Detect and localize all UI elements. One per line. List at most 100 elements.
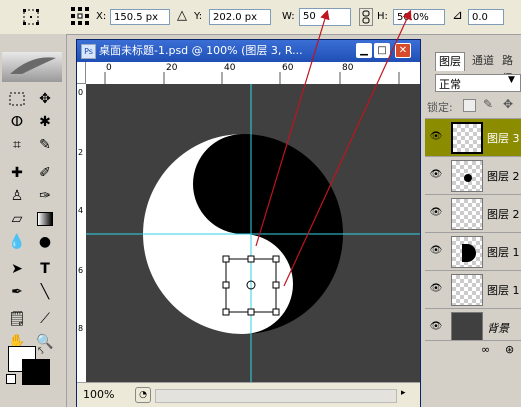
transform-handle xyxy=(222,308,230,316)
chevron-down-icon: ▼ xyxy=(508,75,515,85)
transform-move-icon[interactable] xyxy=(22,8,40,26)
transform-handle xyxy=(222,255,230,263)
layer-name: 背景 xyxy=(487,322,509,335)
blend-mode-select[interactable]: 正常 ▼ xyxy=(435,74,521,92)
layer-name: 图层 2 xyxy=(487,208,520,221)
eraser-tool-icon[interactable]: ▱ xyxy=(6,208,28,230)
layer-effects-icon[interactable]: ⊛ xyxy=(505,343,514,356)
eye-icon[interactable]: 👁 xyxy=(428,207,444,221)
transform-handle xyxy=(222,281,230,289)
layer-row[interactable]: 👁 图层 1 xyxy=(425,270,521,308)
crop-tool-icon[interactable]: ⌗ xyxy=(6,134,28,156)
angle-field[interactable]: 0.0 xyxy=(468,9,504,25)
status-menu-icon[interactable]: ◔ xyxy=(135,387,151,403)
layer-row[interactable]: 👁 图层 2 xyxy=(425,156,521,194)
lock-position-icon[interactable]: ✥ xyxy=(503,97,513,111)
eye-icon[interactable]: 👁 xyxy=(428,131,444,145)
feather-logo-icon xyxy=(2,52,62,82)
layer-row-layer3[interactable]: 👁 图层 3 xyxy=(425,118,521,156)
history-brush-tool-icon[interactable]: ✑ xyxy=(34,185,56,207)
pen-tool-icon[interactable]: ✒ xyxy=(6,281,28,303)
eye-icon[interactable]: 👁 xyxy=(428,283,444,297)
marquee-tool-icon[interactable] xyxy=(6,88,28,110)
brush-tool-icon[interactable]: ✐ xyxy=(34,162,56,184)
yin-yang-artwork xyxy=(86,84,420,382)
layers-panel: 图层 通道 路径 正常 ▼ 锁定: ✎ ✥ 👁 图层 3 👁 图层 2 👁 图层… xyxy=(425,52,521,407)
transform-handle xyxy=(247,308,255,316)
eye-icon[interactable]: 👁 xyxy=(428,321,444,335)
document-window: Ps 桌面未标题-1.psd @ 100% (图层 3, R... ▁ □ ✕ … xyxy=(76,39,421,407)
options-bar: X: 150.5 px △ Y: 202.0 px W: 50 H: 50.0%… xyxy=(0,0,521,35)
layer-thumbnail xyxy=(451,122,483,154)
x-label: X: xyxy=(96,11,107,22)
tab-channels[interactable]: 通道 xyxy=(469,52,497,70)
background-color-swatch[interactable] xyxy=(22,359,50,385)
ruler-left-label: 0 xyxy=(78,88,84,97)
layer-thumbnail xyxy=(451,236,483,268)
x-field[interactable]: 150.5 px xyxy=(110,9,170,25)
w-label: W: xyxy=(282,11,295,22)
healing-brush-tool-icon[interactable]: ✚ xyxy=(6,162,28,184)
layer-name: 图层 2 xyxy=(487,170,520,183)
layer-thumbnail xyxy=(451,160,483,192)
transform-handle xyxy=(247,255,255,263)
toolbox: ✥ ⵀ ✱ ⌗ ✎ ✚ ✐ ♙ ✑ ▱ 💧 ● ➤ T ✒ ╲ 🗒 ⟋ ✋ 🔍 … xyxy=(0,34,67,407)
ruler-left-label: 6 xyxy=(78,266,84,275)
tab-layers[interactable]: 图层 xyxy=(435,52,465,71)
scroll-right-button[interactable]: ▸ xyxy=(401,388,415,402)
eye-icon[interactable]: 👁 xyxy=(428,245,444,259)
gradient-tool-icon[interactable] xyxy=(34,208,56,230)
eye-icon[interactable]: 👁 xyxy=(428,169,444,183)
close-button[interactable]: ✕ xyxy=(395,43,411,58)
blur-tool-icon[interactable]: 💧 xyxy=(6,231,28,253)
layer-thumbnail xyxy=(451,274,483,306)
lock-image-icon[interactable]: ✎ xyxy=(483,97,493,111)
ruler-left-label: 4 xyxy=(78,206,84,215)
maximize-button[interactable]: □ xyxy=(374,43,390,58)
default-colors-icon[interactable] xyxy=(6,374,16,384)
delta-icon[interactable]: △ xyxy=(177,8,187,24)
ps-document-icon: Ps xyxy=(81,44,96,59)
swap-colors-icon[interactable]: ⤣ xyxy=(38,346,44,357)
transform-handle xyxy=(272,281,280,289)
move-tool-icon[interactable]: ✥ xyxy=(34,88,56,110)
lock-transparency-icon[interactable] xyxy=(463,99,476,112)
document-title: 桌面未标题-1.psd @ 100% (图层 3, R... xyxy=(99,44,303,57)
eyedropper-tool-icon[interactable]: ⟋ xyxy=(34,308,56,330)
panel-footer: ∞ ⊛ xyxy=(425,340,521,361)
ruler-corner xyxy=(77,62,86,84)
magic-wand-tool-icon[interactable]: ✱ xyxy=(34,111,56,133)
notes-tool-icon[interactable]: 🗒 xyxy=(6,308,28,330)
line-tool-icon[interactable]: ╲ xyxy=(34,281,56,303)
lock-label: 锁定: xyxy=(427,101,453,114)
horizontal-scrollbar[interactable] xyxy=(155,389,397,403)
canvas[interactable] xyxy=(86,84,420,382)
link-icon[interactable] xyxy=(359,8,373,26)
type-tool-icon[interactable]: T xyxy=(34,258,56,280)
clone-stamp-tool-icon[interactable]: ♙ xyxy=(6,185,28,207)
transform-handle xyxy=(272,308,280,316)
tab-paths[interactable]: 路径 xyxy=(499,52,521,85)
layer-row[interactable]: 👁 图层 1 xyxy=(425,232,521,270)
h-field[interactable]: 50.0% xyxy=(393,9,445,25)
layer-row[interactable]: 👁 图层 2 xyxy=(425,194,521,232)
layer-name: 图层 1 xyxy=(487,246,520,259)
lasso-tool-icon[interactable]: ⵀ xyxy=(6,111,28,133)
minimize-button[interactable]: ▁ xyxy=(356,43,372,58)
reference-point-icon[interactable] xyxy=(70,6,90,26)
slice-tool-icon[interactable]: ✎ xyxy=(34,134,56,156)
ruler-left-label: 2 xyxy=(78,148,84,157)
y-label: Y: xyxy=(194,11,203,22)
yin-yang-black-dot xyxy=(229,170,257,198)
ruler-left-label: 8 xyxy=(78,324,84,333)
y-field[interactable]: 202.0 px xyxy=(209,9,271,25)
blend-mode-value: 正常 xyxy=(439,78,461,91)
dodge-tool-icon[interactable]: ● xyxy=(34,231,56,253)
angle-icon: ⊿ xyxy=(452,8,463,23)
zoom-level[interactable]: 100% xyxy=(83,388,114,401)
link-layers-icon[interactable]: ∞ xyxy=(481,343,490,356)
layer-row[interactable]: 👁 背景 xyxy=(425,308,521,340)
w-field[interactable]: 50 xyxy=(299,8,351,26)
path-selection-tool-icon[interactable]: ➤ xyxy=(6,258,28,280)
document-title-bar[interactable]: Ps 桌面未标题-1.psd @ 100% (图层 3, R... ▁ □ ✕ xyxy=(77,40,420,62)
